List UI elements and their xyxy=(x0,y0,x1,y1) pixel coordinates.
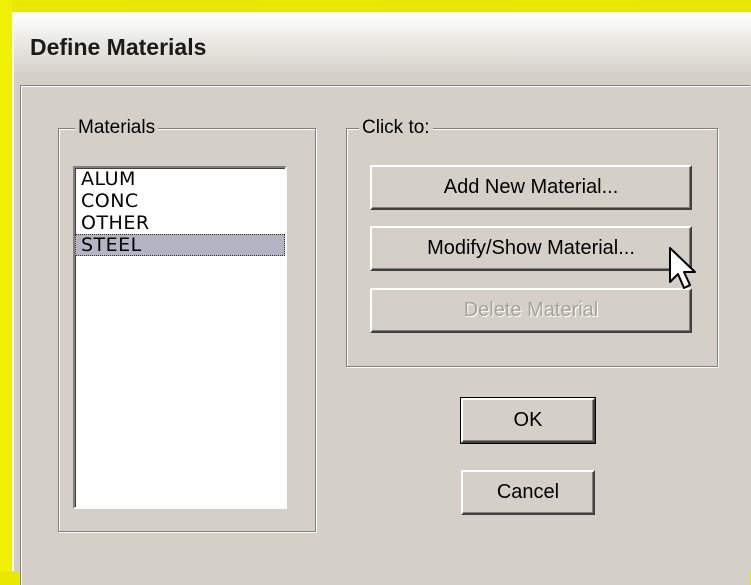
cancel-button[interactable]: Cancel xyxy=(461,470,595,515)
list-item-steel[interactable]: STEEL xyxy=(75,234,285,256)
delete-material-button[interactable]: Delete Material xyxy=(370,288,692,333)
add-new-material-button[interactable]: Add New Material... xyxy=(370,165,692,210)
title-bar[interactable]: Define Materials xyxy=(14,14,751,72)
arrow-cursor-icon xyxy=(669,247,696,289)
materials-listbox[interactable]: ALUM CONC OTHER STEEL xyxy=(73,166,287,509)
background-edge xyxy=(0,0,12,571)
modify-show-material-button[interactable]: Modify/Show Material... xyxy=(370,226,692,271)
ok-button[interactable]: OK xyxy=(460,397,596,444)
list-item-other[interactable]: OTHER xyxy=(75,212,285,234)
actions-group-label: Click to: xyxy=(359,117,433,139)
list-item-conc[interactable]: CONC xyxy=(75,190,285,212)
materials-group-label: Materials xyxy=(75,117,159,139)
window-title: Define Materials xyxy=(30,34,207,60)
list-item-alum[interactable]: ALUM xyxy=(75,168,285,190)
